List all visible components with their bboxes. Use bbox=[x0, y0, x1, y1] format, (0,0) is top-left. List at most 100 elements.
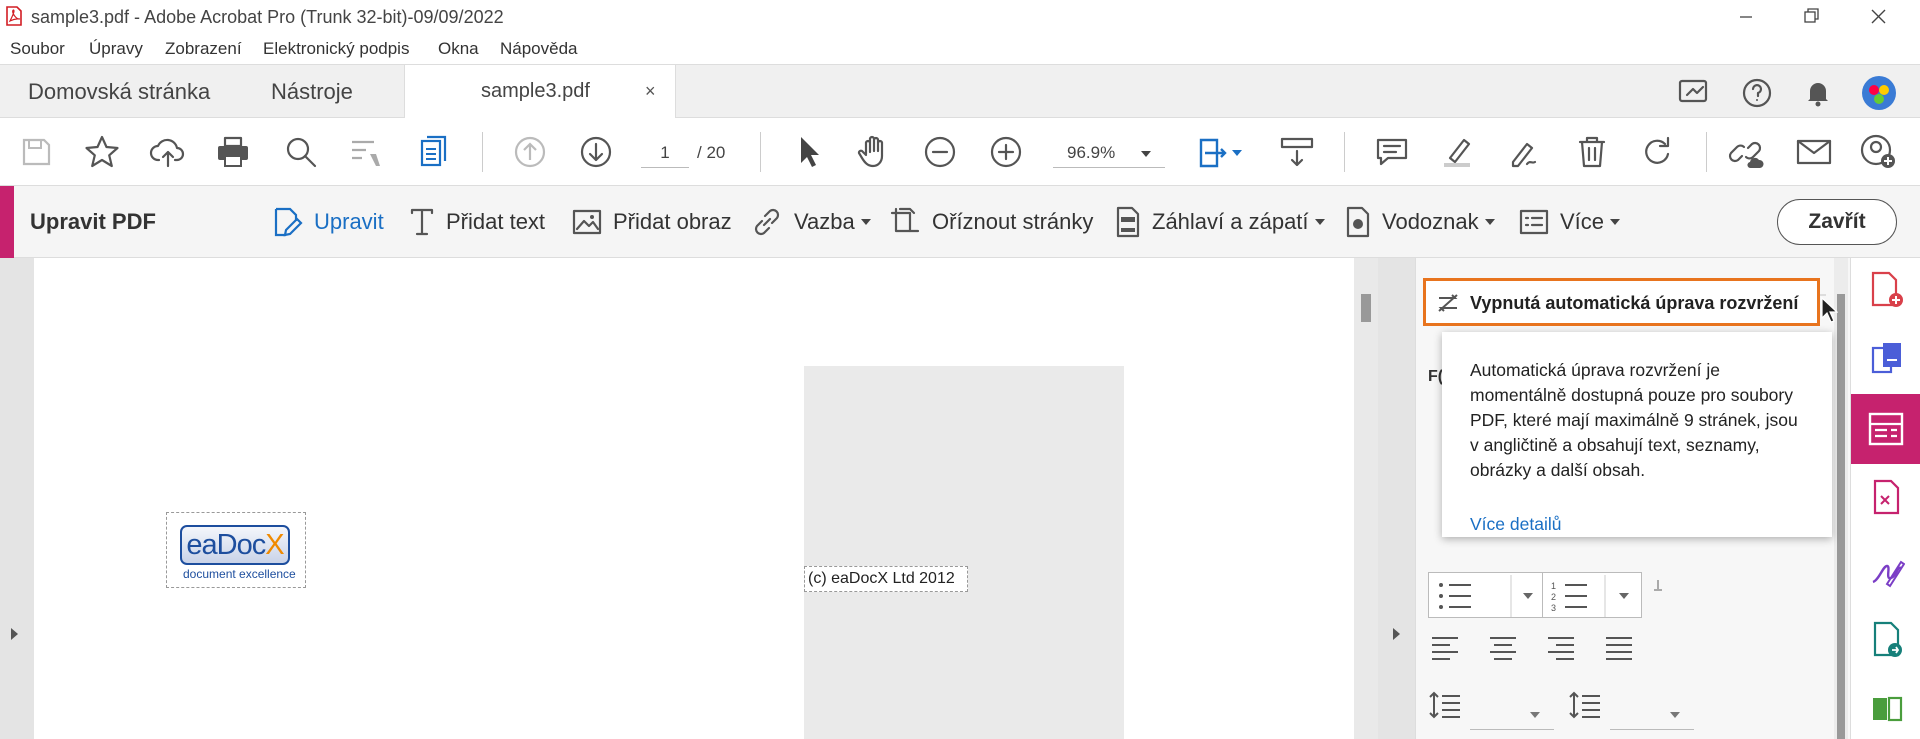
watermark-dropdown-icon bbox=[1484, 219, 1495, 225]
vertical-scrollbar[interactable] bbox=[1354, 258, 1378, 739]
right-panel-collapse-icon[interactable] bbox=[1390, 626, 1402, 642]
tab-home[interactable]: Domovská stránka bbox=[28, 65, 210, 119]
organize-pages-icon[interactable] bbox=[414, 132, 454, 172]
avatar[interactable] bbox=[1861, 75, 1897, 111]
menu-help[interactable]: Nápověda bbox=[500, 39, 578, 59]
logo-subtitle: document excellence bbox=[183, 567, 296, 581]
search-icon[interactable] bbox=[281, 132, 321, 172]
image-icon bbox=[572, 209, 602, 235]
fill-sign-icon[interactable] bbox=[1869, 550, 1905, 590]
main-toolbar: 1 / 20 96.9% bbox=[0, 118, 1920, 186]
tooltip-text: Automatická úprava rozvržení je momentál… bbox=[1470, 360, 1798, 480]
close-edit-button[interactable]: Zavřít bbox=[1777, 199, 1897, 245]
tab-close-icon[interactable]: × bbox=[645, 65, 656, 118]
header-footer-dropdown-icon bbox=[1314, 219, 1325, 225]
save-icon[interactable] bbox=[16, 132, 56, 172]
alignment-icons[interactable] bbox=[1428, 634, 1638, 660]
sign-icon[interactable] bbox=[1505, 132, 1545, 172]
more-button[interactable]: Více bbox=[1518, 208, 1621, 236]
separator bbox=[1706, 132, 1707, 172]
auto-reflow-off-button[interactable]: Vypnutá automatická úprava rozvržení bbox=[1423, 278, 1820, 326]
bell-icon[interactable] bbox=[1802, 77, 1834, 109]
edit-accent-bar bbox=[0, 186, 14, 258]
send-for-review-icon[interactable] bbox=[1869, 620, 1905, 660]
pdf-page: eaDocX document excellence (c) eaDocX Lt… bbox=[34, 258, 1354, 739]
copyright-text: (c) eaDocX Ltd 2012 bbox=[808, 570, 955, 587]
window-title: sample3.pdf - Adobe Acrobat Pro (Trunk 3… bbox=[31, 7, 504, 27]
text-tool-icon bbox=[410, 208, 434, 236]
logo-image-frame[interactable]: eaDocX document excellence bbox=[166, 512, 306, 588]
panel-scrollbar[interactable] bbox=[1834, 258, 1848, 739]
comment-icon[interactable] bbox=[1372, 132, 1412, 172]
line-spacing-select[interactable] bbox=[1470, 702, 1554, 730]
tab-bar: Domovská stránka Nástroje sample3.pdf × bbox=[0, 64, 1920, 120]
edit-button[interactable]: Upravit bbox=[270, 207, 384, 237]
logo-badge: eaDocX bbox=[180, 525, 290, 565]
print-icon[interactable] bbox=[213, 132, 253, 172]
tab-document-label: sample3.pdf bbox=[481, 80, 590, 102]
more-details-link[interactable]: Více detailů bbox=[1470, 514, 1561, 535]
rotate-icon[interactable] bbox=[1638, 132, 1678, 172]
link-button[interactable]: Vazba bbox=[750, 208, 871, 236]
combine-files-icon[interactable] bbox=[1869, 340, 1905, 380]
copyright-text-box[interactable]: (c) eaDocX Ltd 2012 bbox=[804, 566, 968, 592]
zoom-out-icon[interactable] bbox=[920, 132, 960, 172]
bullet-list-dropdown[interactable] bbox=[1428, 572, 1544, 618]
watermark-label: Vodoznak bbox=[1382, 209, 1479, 234]
next-page-icon[interactable] bbox=[576, 132, 616, 172]
tools-rail bbox=[1850, 258, 1920, 739]
menu-view[interactable]: Zobrazení bbox=[165, 39, 242, 59]
redact-icon[interactable] bbox=[346, 132, 386, 172]
menu-window[interactable]: Okna bbox=[438, 39, 479, 59]
chevron-down-icon bbox=[1141, 151, 1151, 157]
menu-edit[interactable]: Úpravy bbox=[89, 39, 143, 59]
left-panel-expand-icon[interactable] bbox=[8, 626, 20, 642]
zoom-in-icon[interactable] bbox=[986, 132, 1026, 172]
menu-esign[interactable]: Elektronický podpis bbox=[263, 39, 409, 59]
panel-scrollbar-thumb[interactable] bbox=[1837, 294, 1845, 739]
add-user-icon[interactable] bbox=[1858, 132, 1898, 172]
link-icon bbox=[754, 208, 780, 236]
auto-reflow-label: Vypnutá automatická úprava rozvržení bbox=[1470, 293, 1799, 313]
header-footer-icon bbox=[1116, 206, 1140, 238]
paragraph-spacing-icon[interactable] bbox=[1568, 690, 1604, 720]
header-footer-button[interactable]: Záhlaví a zápatí bbox=[1114, 206, 1325, 238]
star-icon[interactable] bbox=[82, 132, 122, 172]
hand-tool-icon[interactable] bbox=[854, 132, 894, 172]
edit-pdf-title: Upravit PDF bbox=[30, 209, 156, 234]
email-icon[interactable] bbox=[1794, 132, 1834, 172]
fit-page-dropdown-icon[interactable] bbox=[1232, 150, 1242, 156]
add-image-button[interactable]: Přidat obraz bbox=[571, 208, 732, 236]
auto-reflow-tooltip: Automatická úprava rozvržení je momentál… bbox=[1442, 332, 1832, 537]
highlight-icon[interactable] bbox=[1438, 132, 1478, 172]
previous-page-icon[interactable] bbox=[510, 132, 550, 172]
numbered-list-dropdown[interactable]: 123 bbox=[1542, 572, 1642, 618]
panel-section-label: F( bbox=[1428, 368, 1444, 385]
share-screen-icon[interactable] bbox=[1677, 77, 1711, 107]
minimize-button[interactable] bbox=[1718, 0, 1774, 34]
page-number-input[interactable]: 1 bbox=[641, 140, 689, 168]
paragraph-spacing-select[interactable] bbox=[1610, 702, 1694, 730]
menu-file[interactable]: Soubor bbox=[10, 39, 65, 59]
export-pdf-icon[interactable] bbox=[1869, 478, 1905, 518]
close-window-button[interactable] bbox=[1850, 0, 1906, 34]
tab-document[interactable]: sample3.pdf × bbox=[404, 65, 676, 120]
create-pdf-icon[interactable] bbox=[1869, 270, 1905, 310]
scrollbar-thumb[interactable] bbox=[1361, 294, 1371, 322]
edit-pdf-rail-button[interactable] bbox=[1851, 394, 1920, 464]
help-icon[interactable] bbox=[1741, 77, 1773, 109]
delete-icon[interactable] bbox=[1572, 132, 1612, 172]
scroll-mode-icon[interactable] bbox=[1277, 132, 1317, 172]
tab-tools[interactable]: Nástroje bbox=[271, 65, 353, 119]
restore-button[interactable] bbox=[1784, 0, 1840, 34]
line-spacing-icon[interactable] bbox=[1428, 690, 1464, 720]
watermark-button[interactable]: Vodoznak bbox=[1344, 206, 1495, 238]
cloud-upload-icon[interactable] bbox=[148, 132, 188, 172]
zoom-select[interactable]: 96.9% bbox=[1053, 140, 1165, 168]
crop-pages-button[interactable]: Oříznout stránky bbox=[888, 207, 1093, 236]
share-link-icon[interactable] bbox=[1726, 132, 1766, 172]
fit-page-icon[interactable] bbox=[1195, 132, 1235, 172]
add-text-button[interactable]: Přidat text bbox=[408, 208, 545, 236]
organize-rail-icon[interactable] bbox=[1869, 690, 1905, 730]
select-cursor-icon[interactable] bbox=[788, 132, 828, 172]
